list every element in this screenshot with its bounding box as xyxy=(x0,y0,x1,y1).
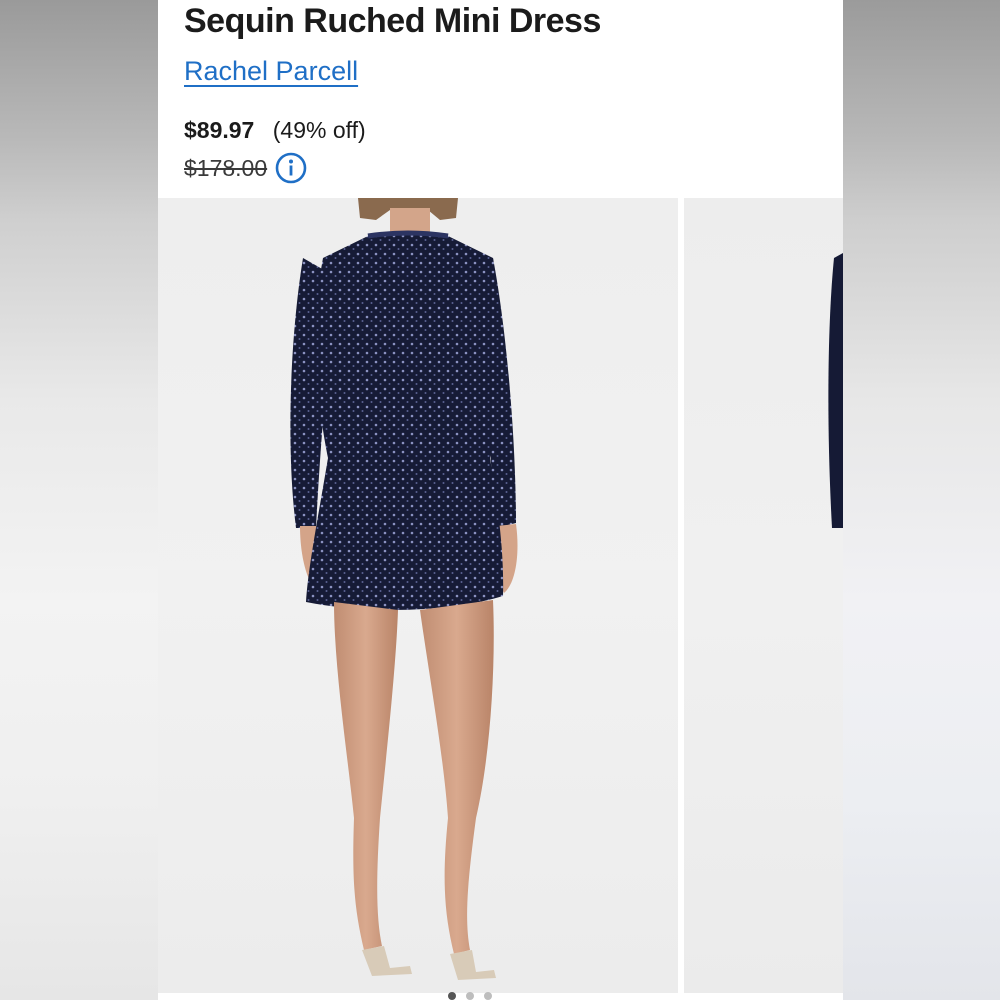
product-header: Sequin Ruched Mini Dress Rachel Parcell … xyxy=(158,0,843,198)
image-gallery[interactable] xyxy=(158,198,843,1000)
product-title: Sequin Ruched Mini Dress xyxy=(184,2,601,40)
original-price: $178.00 xyxy=(184,154,268,181)
product-image-secondary[interactable] xyxy=(684,198,843,993)
info-icon[interactable] xyxy=(275,152,307,184)
model-photo xyxy=(290,198,518,980)
discount-label: (49% off) xyxy=(272,117,366,143)
product-panel: Sequin Ruched Mini Dress Rachel Parcell … xyxy=(158,0,843,1000)
current-price: $89.97 xyxy=(184,117,255,143)
gallery-dot[interactable] xyxy=(448,992,456,1000)
blurred-left-backdrop xyxy=(0,0,158,1000)
original-price-row: $178.00 xyxy=(184,152,307,184)
gallery-dot[interactable] xyxy=(466,992,474,1000)
gallery-dot[interactable] xyxy=(484,992,492,1000)
gallery-pagination[interactable] xyxy=(448,992,492,1000)
blurred-right-backdrop xyxy=(843,0,1000,1000)
secondary-photo xyxy=(828,253,843,528)
price-row: $89.97 (49% off) xyxy=(184,117,366,144)
brand-link[interactable]: Rachel Parcell xyxy=(184,56,358,87)
product-image-main[interactable] xyxy=(158,198,678,993)
